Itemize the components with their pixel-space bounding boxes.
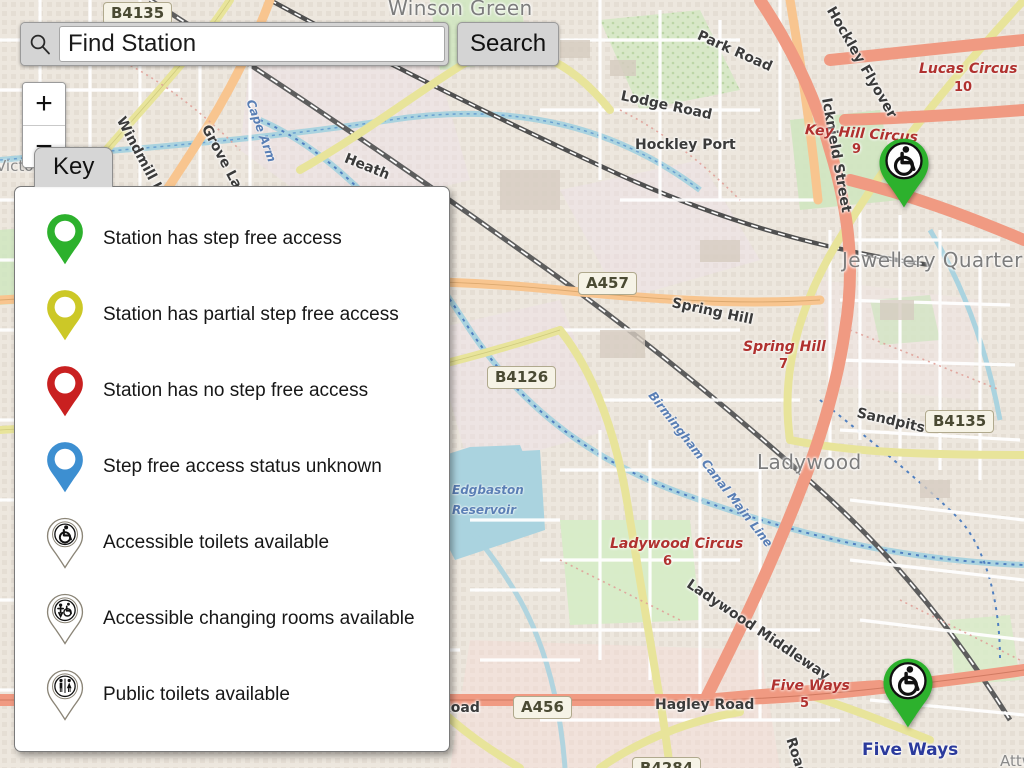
map-pin-blue-icon bbox=[37, 440, 93, 494]
map-application: Winson Green Jewellery Quarter Ladywood Hoc… bbox=[0, 0, 1024, 768]
key-legend-item: Accessible toilets available bbox=[15, 505, 449, 581]
key-legend-panel: Station has step free access Station has… bbox=[14, 186, 450, 752]
key-legend-label: Public toilets available bbox=[103, 684, 290, 705]
key-legend-label: Station has step free access bbox=[103, 228, 342, 249]
key-legend-item: Step free access status unknown bbox=[15, 429, 449, 505]
key-legend-item: Public toilets available bbox=[15, 657, 449, 733]
key-legend-list: Station has step free access Station has… bbox=[15, 201, 449, 733]
search-field-wrapper bbox=[20, 22, 449, 66]
key-legend-label: Accessible toilets available bbox=[103, 532, 330, 553]
key-legend-item: Station has step free access bbox=[15, 201, 449, 277]
key-legend-item: Station has no step free access bbox=[15, 353, 449, 429]
search-input[interactable] bbox=[59, 26, 445, 62]
key-legend-label: Station has partial step free access bbox=[103, 304, 399, 325]
key-legend-item: Accessible changing rooms available bbox=[15, 581, 449, 657]
search-bar: Search bbox=[20, 22, 560, 66]
public-toilet-pin-icon bbox=[37, 668, 93, 722]
search-icon bbox=[21, 23, 59, 65]
map-pin-green-icon bbox=[37, 212, 93, 266]
search-button[interactable]: Search bbox=[457, 22, 560, 66]
accessible-toilet-pin-icon bbox=[37, 516, 93, 570]
map-pin-yellow-icon bbox=[37, 288, 93, 342]
station-marker-jewellery-quarter[interactable] bbox=[876, 135, 932, 216]
key-legend-label: Station has no step free access bbox=[103, 380, 369, 401]
zoom-in-button[interactable]: + bbox=[23, 83, 65, 125]
key-legend-label: Accessible changing rooms available bbox=[103, 608, 415, 629]
changing-room-pin-icon bbox=[37, 592, 93, 646]
station-marker-five-ways[interactable] bbox=[880, 655, 936, 736]
map-pin-red-icon bbox=[37, 364, 93, 418]
key-legend-label: Step free access status unknown bbox=[103, 456, 382, 477]
key-tab-button[interactable]: Key bbox=[34, 147, 114, 187]
key-legend-item: Station has partial step free access bbox=[15, 277, 449, 353]
